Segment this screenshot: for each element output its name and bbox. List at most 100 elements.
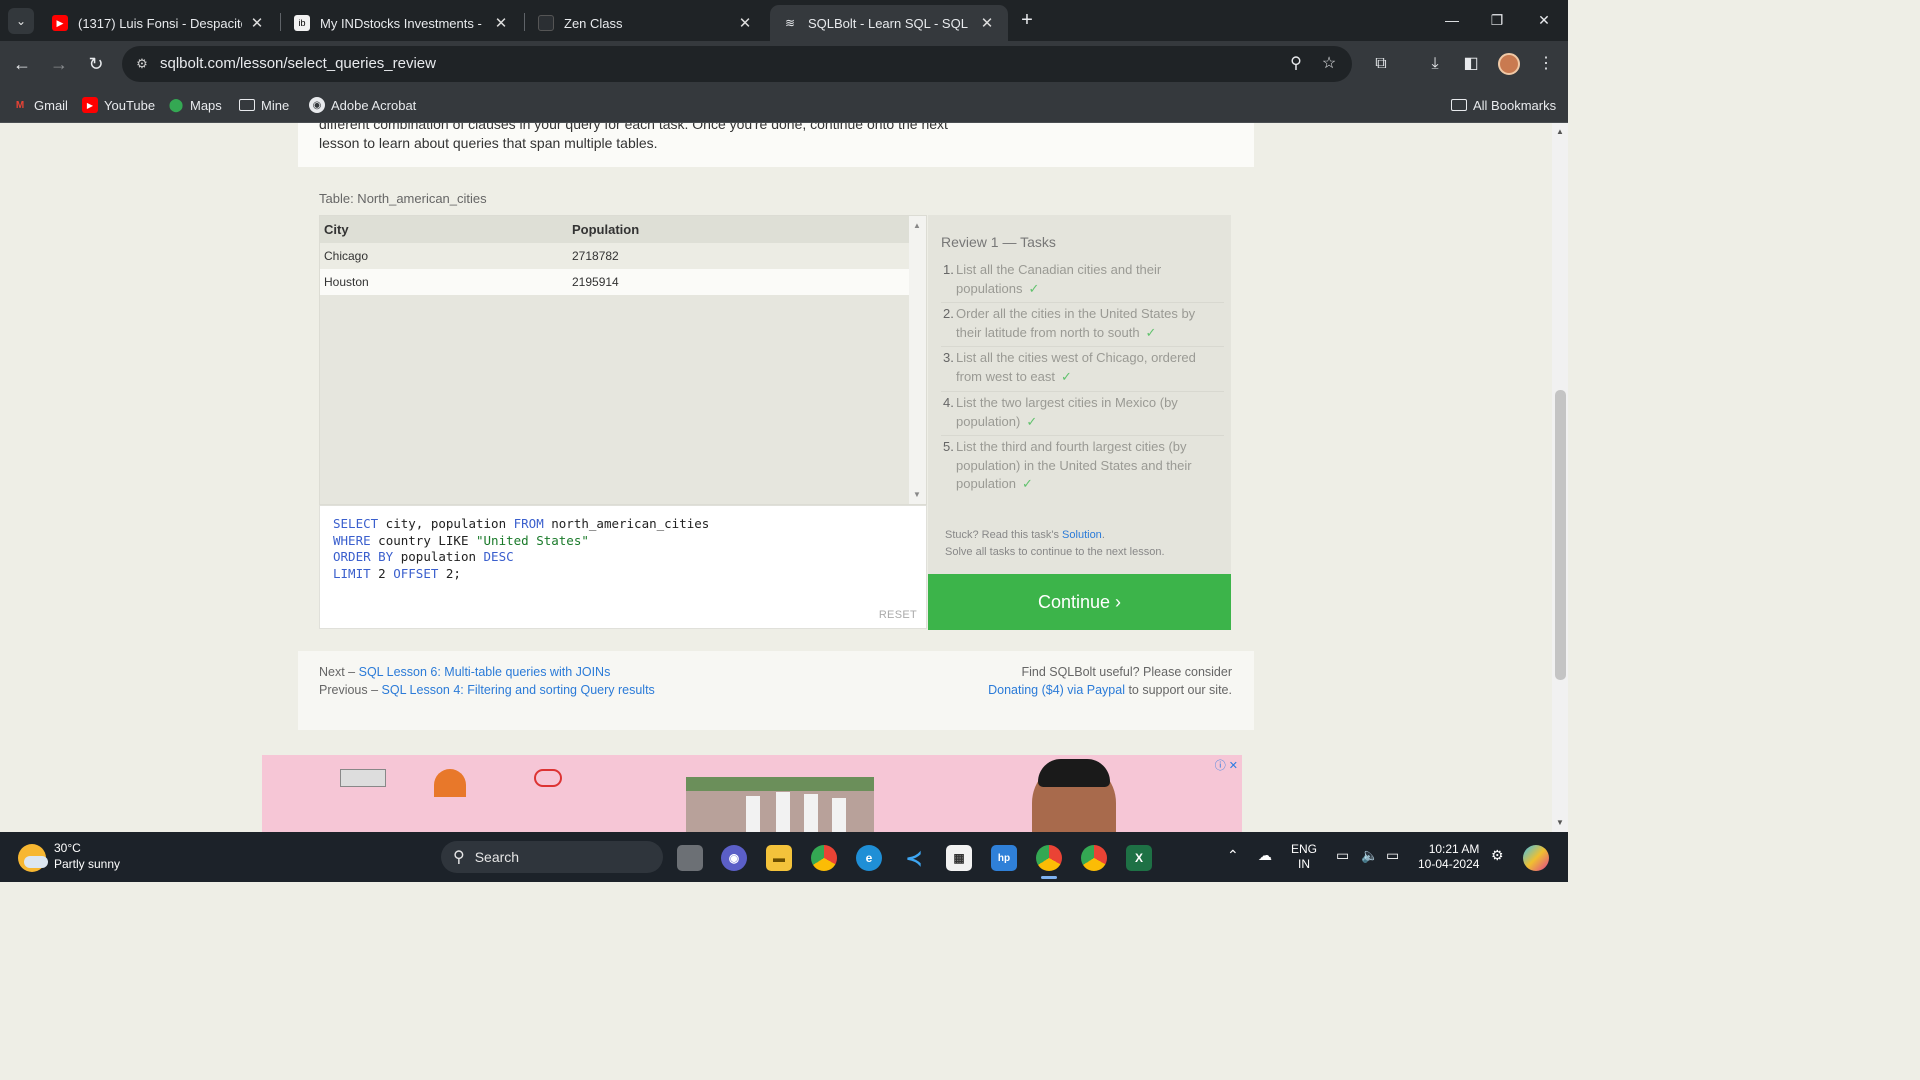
myhp-icon[interactable]: hp xyxy=(991,845,1017,871)
table-row: Houston 2195914 xyxy=(320,269,910,295)
battery-icon[interactable]: ▭ xyxy=(1386,848,1399,863)
divider xyxy=(941,302,1224,303)
tab-title: (1317) Luis Fonsi - Despacito ft. xyxy=(78,15,242,31)
continue-button[interactable]: Continue › xyxy=(928,574,1231,630)
edge-icon[interactable]: e xyxy=(856,845,882,871)
partly-sunny-icon xyxy=(18,844,48,872)
sqlbolt-icon: ≋ xyxy=(784,16,796,30)
advertisement-banner[interactable]: ⓘ ✕ xyxy=(262,755,1242,832)
temperature: 30°C xyxy=(54,841,81,855)
excel-icon[interactable]: X xyxy=(1126,845,1152,871)
all-bookmarks[interactable]: All Bookmarks xyxy=(1451,95,1556,115)
solution-link[interactable]: Solution xyxy=(1062,529,1102,541)
windows-taskbar: 30°C Partly sunny ⚲ Search ◉ ▬ e ≺ ▦ hp … xyxy=(0,832,1568,882)
table-caption: Table: North_american_cities xyxy=(319,191,487,206)
side-panel-icon[interactable]: ◧ xyxy=(1459,52,1483,76)
scroll-up-icon[interactable]: ▲ xyxy=(1555,127,1565,136)
close-icon[interactable]: ✕ xyxy=(978,14,996,32)
tab-youtube[interactable]: ▶ (1317) Luis Fonsi - Despacito ft. ✕ xyxy=(40,5,278,41)
restore-icon[interactable]: ❐ xyxy=(1482,8,1512,32)
language-indicator[interactable]: ENG IN xyxy=(1291,842,1317,872)
checkmark-icon: ✓ xyxy=(1060,368,1072,384)
back-icon[interactable]: ← xyxy=(10,52,34,76)
bookmark-maps[interactable]: ⬤ Maps xyxy=(168,95,222,115)
task-text: List the third and fourth largest cities… xyxy=(956,439,1192,491)
minimize-icon[interactable]: — xyxy=(1437,8,1467,32)
results-scrollbar[interactable]: ▲ ▼ xyxy=(909,216,926,504)
bookmark-label: Mine xyxy=(261,97,290,113)
lesson-intro: different combination of clauses in your… xyxy=(298,123,1254,167)
bookmark-label: YouTube xyxy=(104,97,156,113)
menu-icon[interactable]: ⋮ xyxy=(1534,52,1558,76)
bookmark-gmail[interactable]: M Gmail xyxy=(12,95,68,115)
zoom-icon[interactable]: ⚲ xyxy=(1285,53,1307,75)
network-icon[interactable]: ▭ xyxy=(1336,848,1349,863)
vscode-icon[interactable]: ≺ xyxy=(901,845,927,871)
file-explorer-icon[interactable]: ▬ xyxy=(766,845,792,871)
taskbar-search[interactable]: ⚲ Search xyxy=(441,841,663,873)
tab-indstocks[interactable]: ib My INDstocks Investments - INDstocks … xyxy=(282,5,522,41)
scroll-down-icon[interactable]: ▼ xyxy=(1555,818,1565,827)
volume-icon[interactable]: 🔈 xyxy=(1361,848,1378,863)
close-icon[interactable]: ✕ xyxy=(248,14,266,32)
reset-button[interactable]: RESET xyxy=(879,609,917,621)
clock[interactable]: 10:21 AM 10-04-2024 xyxy=(1418,842,1479,872)
onedrive-icon[interactable]: ☁ xyxy=(1258,848,1272,863)
bookmark-adobe-acrobat[interactable]: ◉ Adobe Acrobat xyxy=(309,95,416,115)
scroll-down-icon[interactable]: ▼ xyxy=(913,490,921,499)
task-item: 2. Order all the cities in the United St… xyxy=(941,305,1224,342)
bookmark-folder-mine[interactable]: Mine xyxy=(239,95,289,115)
previous-lesson: Previous – SQL Lesson 4: Filtering and s… xyxy=(319,683,655,697)
tab-zen-class[interactable]: Zen Class ✕ xyxy=(526,5,766,41)
extensions-icon[interactable]: ⧉ xyxy=(1369,52,1393,76)
checkmark-icon: ✓ xyxy=(1026,413,1038,429)
checkmark-icon: ✓ xyxy=(1028,280,1040,296)
sql-code[interactable]: SELECT city, population FROM north_ameri… xyxy=(333,516,709,582)
close-icon[interactable]: ✕ xyxy=(736,14,754,32)
meet-icon[interactable]: ◉ xyxy=(721,845,747,871)
profile-avatar[interactable] xyxy=(1498,53,1520,75)
address-bar[interactable]: ⚙ sqlbolt.com/lesson/select_queries_revi… xyxy=(122,46,1352,82)
store-icon[interactable]: ▦ xyxy=(946,845,972,871)
chrome-profile-icon[interactable] xyxy=(1036,845,1062,871)
next-lesson: Next – SQL Lesson 6: Multi-table queries… xyxy=(319,665,610,679)
ad-emblem-icon xyxy=(434,769,466,797)
download-icon[interactable]: ⤓ xyxy=(1423,52,1447,76)
sql-query-editor[interactable]: SELECT city, population FROM north_ameri… xyxy=(319,505,927,629)
maps-pin-icon: ⬤ xyxy=(168,97,184,112)
previous-lesson-link[interactable]: SQL Lesson 4: Filtering and sorting Quer… xyxy=(382,683,655,697)
tab-sqlbolt[interactable]: ≋ SQLBolt - Learn SQL - SQL Review ✕ xyxy=(770,5,1008,41)
scroll-thumb[interactable] xyxy=(1555,390,1566,680)
globe-icon: ◉ xyxy=(309,97,325,113)
new-tab-button[interactable]: + xyxy=(1016,9,1038,31)
browser-toolbar: ← → ↻ ⚙ sqlbolt.com/lesson/select_querie… xyxy=(0,41,1568,87)
reload-icon[interactable]: ↻ xyxy=(84,52,108,76)
next-prefix: Next – xyxy=(319,665,359,679)
weather-widget[interactable]: 30°C Partly sunny xyxy=(18,840,120,872)
close-icon[interactable]: ✕ xyxy=(492,14,510,32)
window-close-icon[interactable]: ✕ xyxy=(1529,8,1559,32)
task-number: 1. xyxy=(943,262,954,277)
next-lesson-link[interactable]: SQL Lesson 6: Multi-table queries with J… xyxy=(359,665,611,679)
ad-choices-icon[interactable]: ⓘ ✕ xyxy=(1215,757,1238,773)
sql-text: city, population xyxy=(378,516,514,531)
bookmark-label: All Bookmarks xyxy=(1473,97,1557,113)
notifications-icon[interactable]: ⚙ xyxy=(1491,848,1504,863)
forward-icon[interactable]: → xyxy=(47,52,71,76)
bookmark-star-icon[interactable]: ☆ xyxy=(1318,53,1340,75)
site-info-icon[interactable]: ⚙ xyxy=(132,54,152,74)
chrome-secondary-icon[interactable] xyxy=(1081,845,1107,871)
page-scrollbar[interactable]: ▲ ▼ xyxy=(1552,123,1568,832)
chevron-up-icon[interactable]: ⌃ xyxy=(1227,848,1239,863)
windows-start-icon[interactable] xyxy=(401,845,427,871)
chrome-icon[interactable] xyxy=(811,845,837,871)
copilot-icon[interactable] xyxy=(1523,845,1549,871)
url-text[interactable]: sqlbolt.com/lesson/select_queries_review xyxy=(160,55,436,72)
tab-search-button[interactable]: ⌄ xyxy=(8,8,34,34)
scroll-up-icon[interactable]: ▲ xyxy=(913,221,921,230)
bookmark-youtube[interactable]: ▶ YouTube xyxy=(82,95,155,115)
task-view-icon[interactable] xyxy=(677,845,703,871)
sql-keyword: ORDER BY xyxy=(333,549,394,564)
donate-link[interactable]: Donating ($4) via Paypal xyxy=(988,683,1125,697)
task-text: Order all the cities in the United State… xyxy=(956,306,1196,340)
